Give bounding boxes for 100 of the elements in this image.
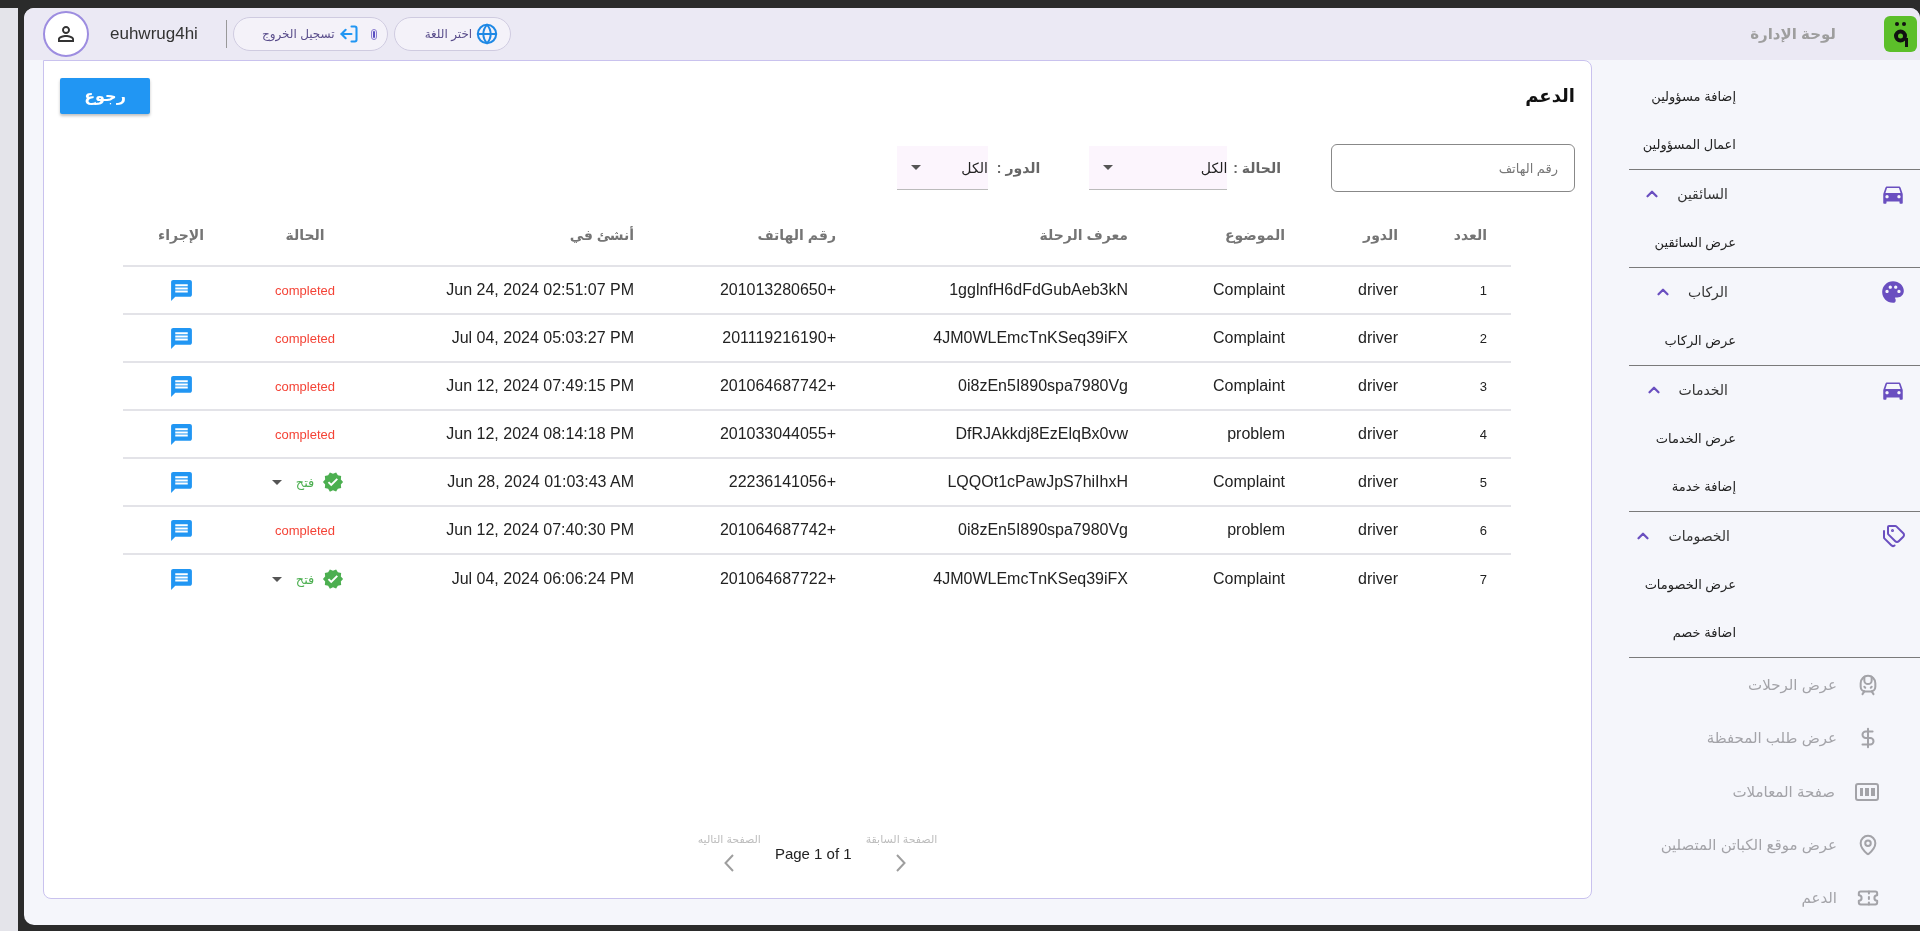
table-cell-text: Jul 04, 2024 05:03:27 PM <box>450 329 635 347</box>
table-cell-text: Jun 12, 2024 07:49:15 PM <box>445 377 635 395</box>
sidebar-link[interactable]: اعمال المسؤولين <box>1595 120 1920 169</box>
palette-icon <box>1880 278 1906 305</box>
logout-button[interactable]: تسجيل الخروج <box>232 17 388 51</box>
message-icon[interactable] <box>168 373 194 399</box>
language-button[interactable]: اختر اللغة <box>393 17 512 51</box>
page-info: Page 1 of 1 <box>774 845 852 862</box>
tag-icon <box>1882 524 1906 549</box>
group-label: الخصومات <box>1668 528 1730 545</box>
logout-icon <box>338 24 359 44</box>
verified-icon <box>322 471 345 493</box>
table-cell-text: LQQOt1cPawJpS7hiIhxH <box>946 473 1129 491</box>
table-cell-text: 0i8zEn5I890spa7980Vg <box>957 377 1129 395</box>
message-icon[interactable] <box>168 277 194 303</box>
column-header: أنشئ في <box>568 227 635 243</box>
status-filter-select[interactable]: الكل <box>1089 146 1228 190</box>
table-cell-text: Jun 12, 2024 07:40:30 PM <box>445 521 635 539</box>
table-cell-text: driver <box>1357 521 1399 539</box>
table-cell-text: 1gglnfH6dFdGubAeb3kN <box>948 281 1129 299</box>
message-icon[interactable] <box>168 566 194 592</box>
phone-search-field[interactable]: رقم الهاتف <box>1331 144 1575 192</box>
logo-icon <box>1884 16 1917 52</box>
sidebar-link[interactable]: عرض الركاب <box>1595 316 1920 365</box>
message-icon[interactable] <box>168 469 194 495</box>
message-icon[interactable] <box>168 325 194 351</box>
role-filter-select[interactable]: الكل <box>896 146 988 190</box>
table-cell-text: 1 <box>1478 282 1488 298</box>
table-cell-text: 201064687722+ <box>718 570 837 588</box>
status-text: completed <box>275 330 335 346</box>
group-label: الركاب <box>1688 283 1728 300</box>
sidebar-group[interactable]: الخدمات <box>1595 365 1920 414</box>
item-label: عرض طلب المحفظة <box>1706 729 1837 748</box>
map-pin-icon <box>1857 834 1879 856</box>
filter-label: الدور : <box>996 160 1041 176</box>
table-cell-text: Jun 24, 2024 02:51:07 PM <box>445 281 635 299</box>
item-label: عرض موقع الكباتن المتصلين <box>1660 836 1837 854</box>
table-cell-text: Complaint <box>1211 377 1286 395</box>
table-cell-text: driver <box>1357 281 1399 299</box>
page-title: الدعم <box>1525 84 1575 107</box>
item-label: الدعم <box>1801 889 1837 908</box>
verified-icon <box>322 568 345 590</box>
table-cell-text: Jun 28, 2024 01:03:43 AM <box>446 473 635 491</box>
status-text: completed <box>275 426 335 442</box>
table-cell-text: 201013280650+ <box>718 281 837 299</box>
table-cell-text: 4JM0WLEmcTnKSeq39iFX <box>932 570 1129 588</box>
sidebar-link[interactable]: إضافة خدمة <box>1595 462 1920 511</box>
table-cell-text: 201119216190+ <box>721 329 837 347</box>
status-text: completed <box>275 378 335 394</box>
table-cell-text: driver <box>1357 570 1399 588</box>
column-header: رقم الهاتف <box>756 227 837 243</box>
table-cell-text: driver <box>1357 329 1399 347</box>
sidebar-link[interactable]: اضافة خصم <box>1595 608 1920 658</box>
table-cell-text: Complaint <box>1211 329 1286 347</box>
table-cell-text: driver <box>1357 377 1399 395</box>
table-cell-text: problem <box>1226 425 1286 443</box>
message-icon[interactable] <box>168 421 194 447</box>
table-cell-text: 4 <box>1478 426 1488 442</box>
sidebar-link[interactable]: عرض السائقين <box>1595 218 1920 267</box>
table-cell-text: 4JM0WLEmcTnKSeq39iFX <box>932 329 1129 347</box>
filter-label: الحالة : <box>1233 160 1281 176</box>
table-cell-text: 201064687742+ <box>718 377 837 395</box>
column-header: معرف الرحلة <box>1038 227 1129 243</box>
chevron-left-icon <box>724 854 735 872</box>
column-header: الموضوع <box>1223 227 1286 243</box>
table-cell-text: 6 <box>1478 522 1488 538</box>
caret-icon <box>271 479 282 485</box>
app-title: لوحة الإدارة <box>1750 25 1836 43</box>
message-icon[interactable] <box>168 517 194 543</box>
table-cell-text: 0i8zEn5I890spa7980Vg <box>957 521 1129 539</box>
group-label: الخدمات <box>1678 381 1728 398</box>
table-cell-text: Complaint <box>1211 281 1286 299</box>
avatar-button[interactable] <box>43 11 89 57</box>
sidebar-link[interactable]: عرض الخدمات <box>1595 414 1920 463</box>
table-cell-text: driver <box>1357 473 1399 491</box>
table-cell-text: 201064687742+ <box>718 521 837 539</box>
table-cell-text: 5 <box>1478 474 1488 490</box>
sidebar-group[interactable]: الخصومات <box>1595 511 1920 561</box>
train-icon <box>1857 673 1879 696</box>
globe-icon <box>476 23 499 45</box>
sidebar-group[interactable]: الركاب <box>1595 267 1920 317</box>
column-header: الإجراء <box>157 227 205 243</box>
column-header: العدد <box>1452 227 1488 243</box>
table-cell-text: problem <box>1226 521 1286 539</box>
item-label: صفحة المعاملات <box>1732 782 1835 801</box>
username: euhwrug4hi <box>110 24 198 44</box>
table-cell-text: DfRJAkkdj8EzElqBx0vw <box>954 425 1129 443</box>
caret-icon <box>910 165 921 170</box>
table-cell-text: Jun 12, 2024 08:14:18 PM <box>445 425 635 443</box>
table-cell-text: 2 <box>1478 330 1488 346</box>
item-label: عرض الرحلات <box>1748 675 1837 694</box>
caret-icon <box>1103 165 1114 170</box>
column-header: الحالة <box>284 227 326 243</box>
status-text: completed <box>275 282 335 298</box>
caret-icon <box>271 576 282 582</box>
sidebar-group[interactable]: السائقين <box>1595 169 1920 219</box>
column-header: الدور <box>1361 227 1399 243</box>
sidebar-link[interactable]: عرض الخصومات <box>1595 560 1920 609</box>
sidebar-link[interactable]: إضافة مسؤولين <box>1595 72 1920 121</box>
table-cell-text: 22236141056+ <box>727 473 837 491</box>
